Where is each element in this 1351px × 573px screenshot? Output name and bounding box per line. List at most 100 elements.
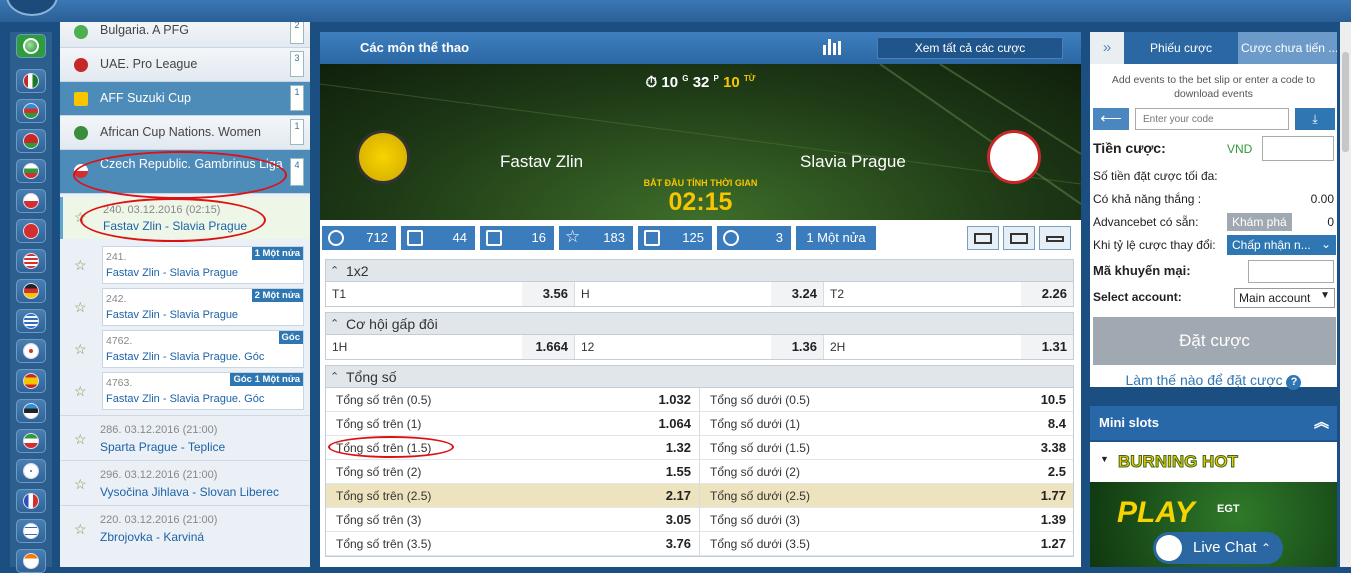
market-header[interactable]: ⌃ Cơ hội gấp đôi — [326, 313, 1073, 335]
collapse-icon[interactable]: » — [1090, 32, 1124, 64]
odds-cell[interactable]: Tổng số trên (2) 1.55 — [326, 460, 700, 484]
tab-bet-slip[interactable]: Phiếu cược — [1124, 32, 1238, 64]
odds-cell[interactable]: T2 2.26 — [824, 282, 1073, 306]
view-single-icon[interactable] — [967, 226, 999, 250]
odds-cell[interactable]: Tổng số dưới (1) 8.4 — [700, 412, 1074, 436]
odds-cell[interactable]: Tổng số dưới (3.5) 1.27 — [700, 532, 1074, 556]
explore-button[interactable]: Khám phá — [1227, 213, 1292, 231]
market-header[interactable]: ⌃ Tổng số — [326, 366, 1073, 388]
star-icon[interactable]: ☆ — [74, 383, 87, 400]
star-icon[interactable]: ☆ — [74, 476, 87, 493]
odds-cell[interactable]: Tổng số trên (3.5) 3.76 — [326, 532, 700, 556]
half-tab[interactable]: 1 Một nửa — [796, 226, 876, 250]
flag-england-icon[interactable] — [16, 339, 46, 363]
game-banner[interactable]: ▼ BURNING HOT — [1090, 442, 1337, 482]
stat-stats[interactable]: 16 — [480, 226, 554, 250]
odds-cell[interactable]: Tổng số trên (2.5) 2.17 — [326, 484, 700, 508]
promo-input[interactable] — [1248, 260, 1334, 283]
stat-timer[interactable]: 3 — [717, 226, 791, 250]
flag-spain-icon[interactable] — [16, 369, 46, 393]
market-header[interactable]: ⌃ 1x2 — [326, 260, 1073, 282]
event-row[interactable]: ☆ 296. 03.12.2016 (21:00) Vysočina Jihla… — [60, 460, 310, 504]
flag-india-icon[interactable] — [16, 549, 46, 573]
sub-event[interactable]: 4762. Fastav Zlin - Slavia Prague. Góc G… — [102, 330, 304, 368]
odds-cell[interactable]: Tổng số dưới (1.5) 3.38 — [700, 436, 1074, 460]
odds-cell[interactable]: 1H 1.664 — [326, 335, 575, 359]
odds-cell[interactable]: Tổng số dưới (0.5) 10.5 — [700, 388, 1074, 412]
view-double-icon[interactable] — [1003, 226, 1035, 250]
league-uae[interactable]: UAE. Pro League 3 — [60, 48, 310, 82]
timer-icon — [723, 230, 739, 246]
download-icon[interactable]: ⤓ — [1295, 108, 1335, 130]
event-row[interactable]: ☆ 220. 03.12.2016 (21:00) Zbrojovka - Ka… — [60, 505, 310, 549]
flag-germany-icon[interactable] — [16, 279, 46, 303]
mini-slots-header[interactable]: Mini slots ︽ — [1090, 406, 1337, 440]
sub-event[interactable]: 242. Fastav Zlin - Slavia Prague 2 Một n… — [102, 288, 304, 326]
star-icon[interactable]: ☆ — [74, 521, 87, 538]
flag-bulgaria-icon[interactable] — [16, 159, 46, 183]
odds-cell[interactable]: Tổng số trên (0.5) 1.032 — [326, 388, 700, 412]
sub-event[interactable]: 4763. Fastav Zlin - Slavia Prague. Góc G… — [102, 372, 304, 410]
stat-star[interactable]: ☆ 183 — [559, 226, 633, 250]
fastav-zlin-logo — [356, 130, 410, 184]
odds-cell[interactable]: H 3.24 — [575, 282, 824, 306]
place-bet-button[interactable]: Đặt cược — [1093, 317, 1336, 365]
tab-pending-bets[interactable]: Cược chưa tiến ... — [1238, 32, 1337, 64]
odds-cell[interactable]: Tổng số dưới (2) 2.5 — [700, 460, 1074, 484]
odds-cell[interactable]: Tổng số trên (1) 1.064 — [326, 412, 700, 436]
odds-cell[interactable]: Tổng số trên (3) 3.05 — [326, 508, 700, 532]
flag-france-icon[interactable] — [16, 489, 46, 513]
code-input[interactable] — [1135, 108, 1289, 130]
flag-finland-icon[interactable] — [16, 459, 46, 483]
globe-icon[interactable] — [16, 34, 46, 58]
flag-usa-icon[interactable] — [16, 249, 46, 273]
caret-down-icon: ▼ — [1320, 290, 1330, 301]
sub-event[interactable]: 241. Fastav Zlin - Slavia Prague 1 Một n… — [102, 246, 304, 284]
star-icon[interactable]: ☆ — [74, 431, 87, 448]
stat-updown[interactable]: 44 — [401, 226, 475, 250]
event-row[interactable]: ☆ 286. 03.12.2016 (21:00) Sparta Prague … — [60, 415, 310, 459]
chart-icon[interactable] — [823, 39, 841, 55]
odds-cell[interactable]: 2H 1.31 — [824, 335, 1073, 359]
league-aff[interactable]: AFF Suzuki Cup 1 — [60, 82, 310, 116]
flag-estonia-icon[interactable] — [16, 399, 46, 423]
flag-greece-icon[interactable] — [16, 309, 46, 333]
flag-iran-icon[interactable] — [16, 429, 46, 453]
odds-change-select[interactable]: Chấp nhận n... ⌄ — [1227, 235, 1336, 255]
trophy-icon — [644, 230, 660, 246]
site-logo[interactable] — [6, 0, 58, 16]
odds-cell[interactable]: 12 1.36 — [575, 335, 824, 359]
flag-uae-icon[interactable] — [16, 69, 46, 93]
league-list: Bulgaria. A PFG 2 UAE. Pro League 3 AFF … — [60, 22, 310, 567]
account-select[interactable]: Main account ▼ — [1234, 288, 1335, 308]
league-bulgaria[interactable]: Bulgaria. A PFG 2 — [60, 22, 310, 48]
flag-israel-icon[interactable] — [16, 519, 46, 543]
chevron-down-icon: ⌄ — [1320, 237, 1331, 251]
flag-czech-icon[interactable] — [16, 189, 46, 213]
star-icon[interactable]: ☆ — [74, 341, 87, 358]
view-collapse-icon[interactable] — [1039, 226, 1071, 250]
stake-input[interactable] — [1262, 136, 1334, 161]
odds-row: T1 3.56 H 3.24 T2 2.26 — [326, 282, 1073, 306]
flag-azerbaijan-icon[interactable] — [16, 99, 46, 123]
odds-cell[interactable]: Tổng số dưới (2.5) 1.77 — [700, 484, 1074, 508]
brand-text: EGT — [1217, 503, 1240, 515]
flag-denmark-icon[interactable] — [16, 219, 46, 243]
star-icon[interactable]: ☆ — [74, 299, 87, 316]
how-to-bet-link[interactable]: Làm thế nào để đặt cược ? — [1090, 372, 1337, 390]
back-arrow-icon[interactable]: ⟵ — [1093, 108, 1129, 130]
view-all-bets-button[interactable]: Xem tất cả các cược — [877, 37, 1063, 59]
scroll-thumb[interactable] — [1342, 52, 1349, 152]
page-scrollbar[interactable] — [1340, 22, 1351, 567]
start-time: 02:15 — [668, 188, 733, 216]
stat-target[interactable]: 712 — [322, 226, 396, 250]
live-chat-button[interactable]: Live Chat ⌃ — [1153, 532, 1283, 564]
top-bar — [0, 0, 1351, 22]
flag-belarus-icon[interactable] — [16, 129, 46, 153]
annotation-circle — [73, 151, 287, 199]
odds-cell[interactable]: Tổng số dưới (3) 1.39 — [700, 508, 1074, 532]
star-icon[interactable]: ☆ — [74, 257, 87, 274]
league-african-women[interactable]: African Cup Nations. Women 1 — [60, 116, 310, 150]
stat-trophy[interactable]: 125 — [638, 226, 712, 250]
odds-cell[interactable]: T1 3.56 — [326, 282, 575, 306]
